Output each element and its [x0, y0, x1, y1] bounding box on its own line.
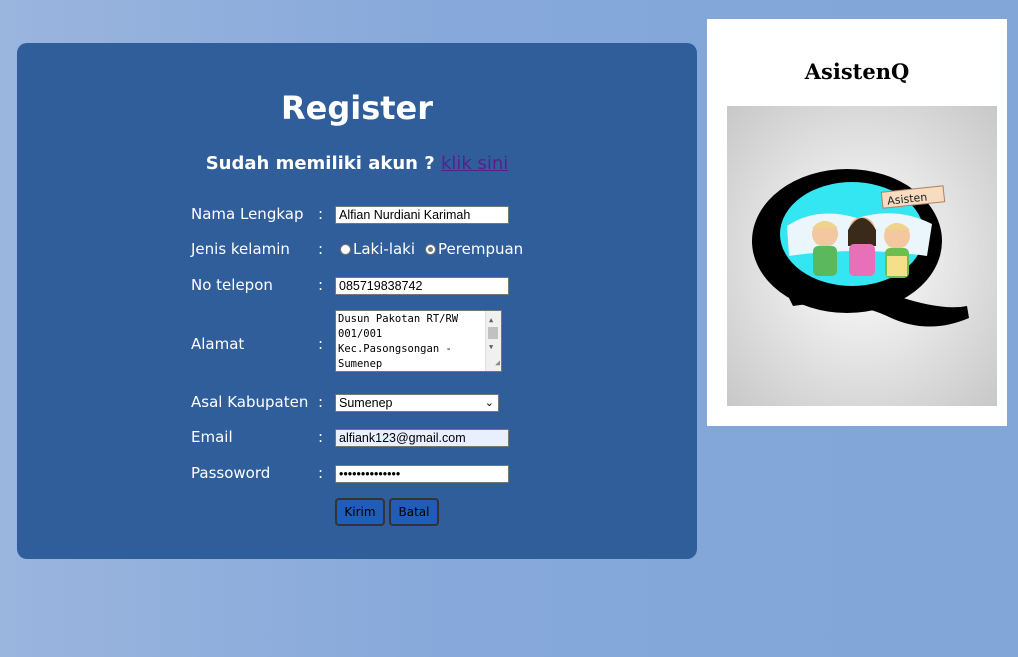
address-line: 001/001 [338, 328, 383, 340]
email-colon: : [318, 428, 324, 446]
address-line: Kec.Pasongsongan - [338, 343, 452, 355]
password-colon: : [318, 464, 324, 482]
resize-grip-icon[interactable]: ◢ [495, 355, 500, 370]
address-label: Alamat [191, 335, 245, 353]
gender-option-male-label: Laki-laki [353, 240, 416, 258]
phone-label: No telepon [191, 276, 273, 294]
name-colon: : [318, 205, 324, 223]
gender-colon: : [318, 240, 324, 258]
name-label: Nama Lengkap [191, 205, 304, 223]
login-link[interactable]: klik sini [441, 153, 508, 174]
login-prompt: Sudah memiliki akun ? klik sini [17, 153, 697, 174]
chevron-down-icon: ⌄ [484, 397, 494, 409]
password-label: Passoword [191, 464, 271, 482]
phone-colon: : [318, 276, 324, 294]
password-input[interactable]: •••••••••••••• [335, 465, 509, 483]
district-label: Asal Kabupaten [191, 393, 309, 411]
brand-card: AsistenQ Asisten [707, 19, 1007, 426]
login-prompt-text: Sudah memiliki akun ? [205, 153, 435, 174]
district-colon: : [318, 393, 324, 411]
email-input[interactable]: alfiank123@gmail.com [335, 429, 509, 447]
scroll-thumb[interactable] [488, 327, 498, 339]
address-colon: : [318, 335, 324, 353]
phone-input[interactable]: 085719838742 [335, 277, 509, 295]
district-selected-value: Sumenep [339, 396, 393, 410]
page-title: Register [280, 89, 434, 127]
email-label: Email [191, 428, 233, 446]
submit-button[interactable]: Kirim [335, 498, 385, 526]
gender-radio-female[interactable] [425, 243, 437, 255]
gender-radio-group: Laki-laki Perempuan [340, 240, 523, 258]
scroll-down-icon[interactable]: ▼ [489, 340, 493, 355]
address-line: Sumenep [338, 358, 383, 370]
register-panel: Register Sudah memiliki akun ? klik sini… [17, 43, 697, 559]
asistenq-logo: Asisten [727, 106, 997, 406]
gender-radio-male[interactable] [340, 243, 351, 255]
gender-label: Jenis kelamin [191, 240, 290, 258]
scroll-up-icon[interactable]: ▲ [489, 313, 493, 328]
brand-title: AsistenQ [804, 59, 910, 84]
district-select[interactable]: Sumenep ⌄ [335, 394, 499, 412]
name-input[interactable]: Alfian Nurdiani Karimah [335, 206, 509, 224]
address-line: Dusun Pakotan RT/RW [338, 313, 459, 325]
gender-option-female-label: Perempuan [438, 240, 524, 258]
address-textarea[interactable]: Dusun Pakotan RT/RW 001/001 Kec.Pasongso… [335, 310, 502, 372]
cancel-button[interactable]: Batal [389, 498, 439, 526]
